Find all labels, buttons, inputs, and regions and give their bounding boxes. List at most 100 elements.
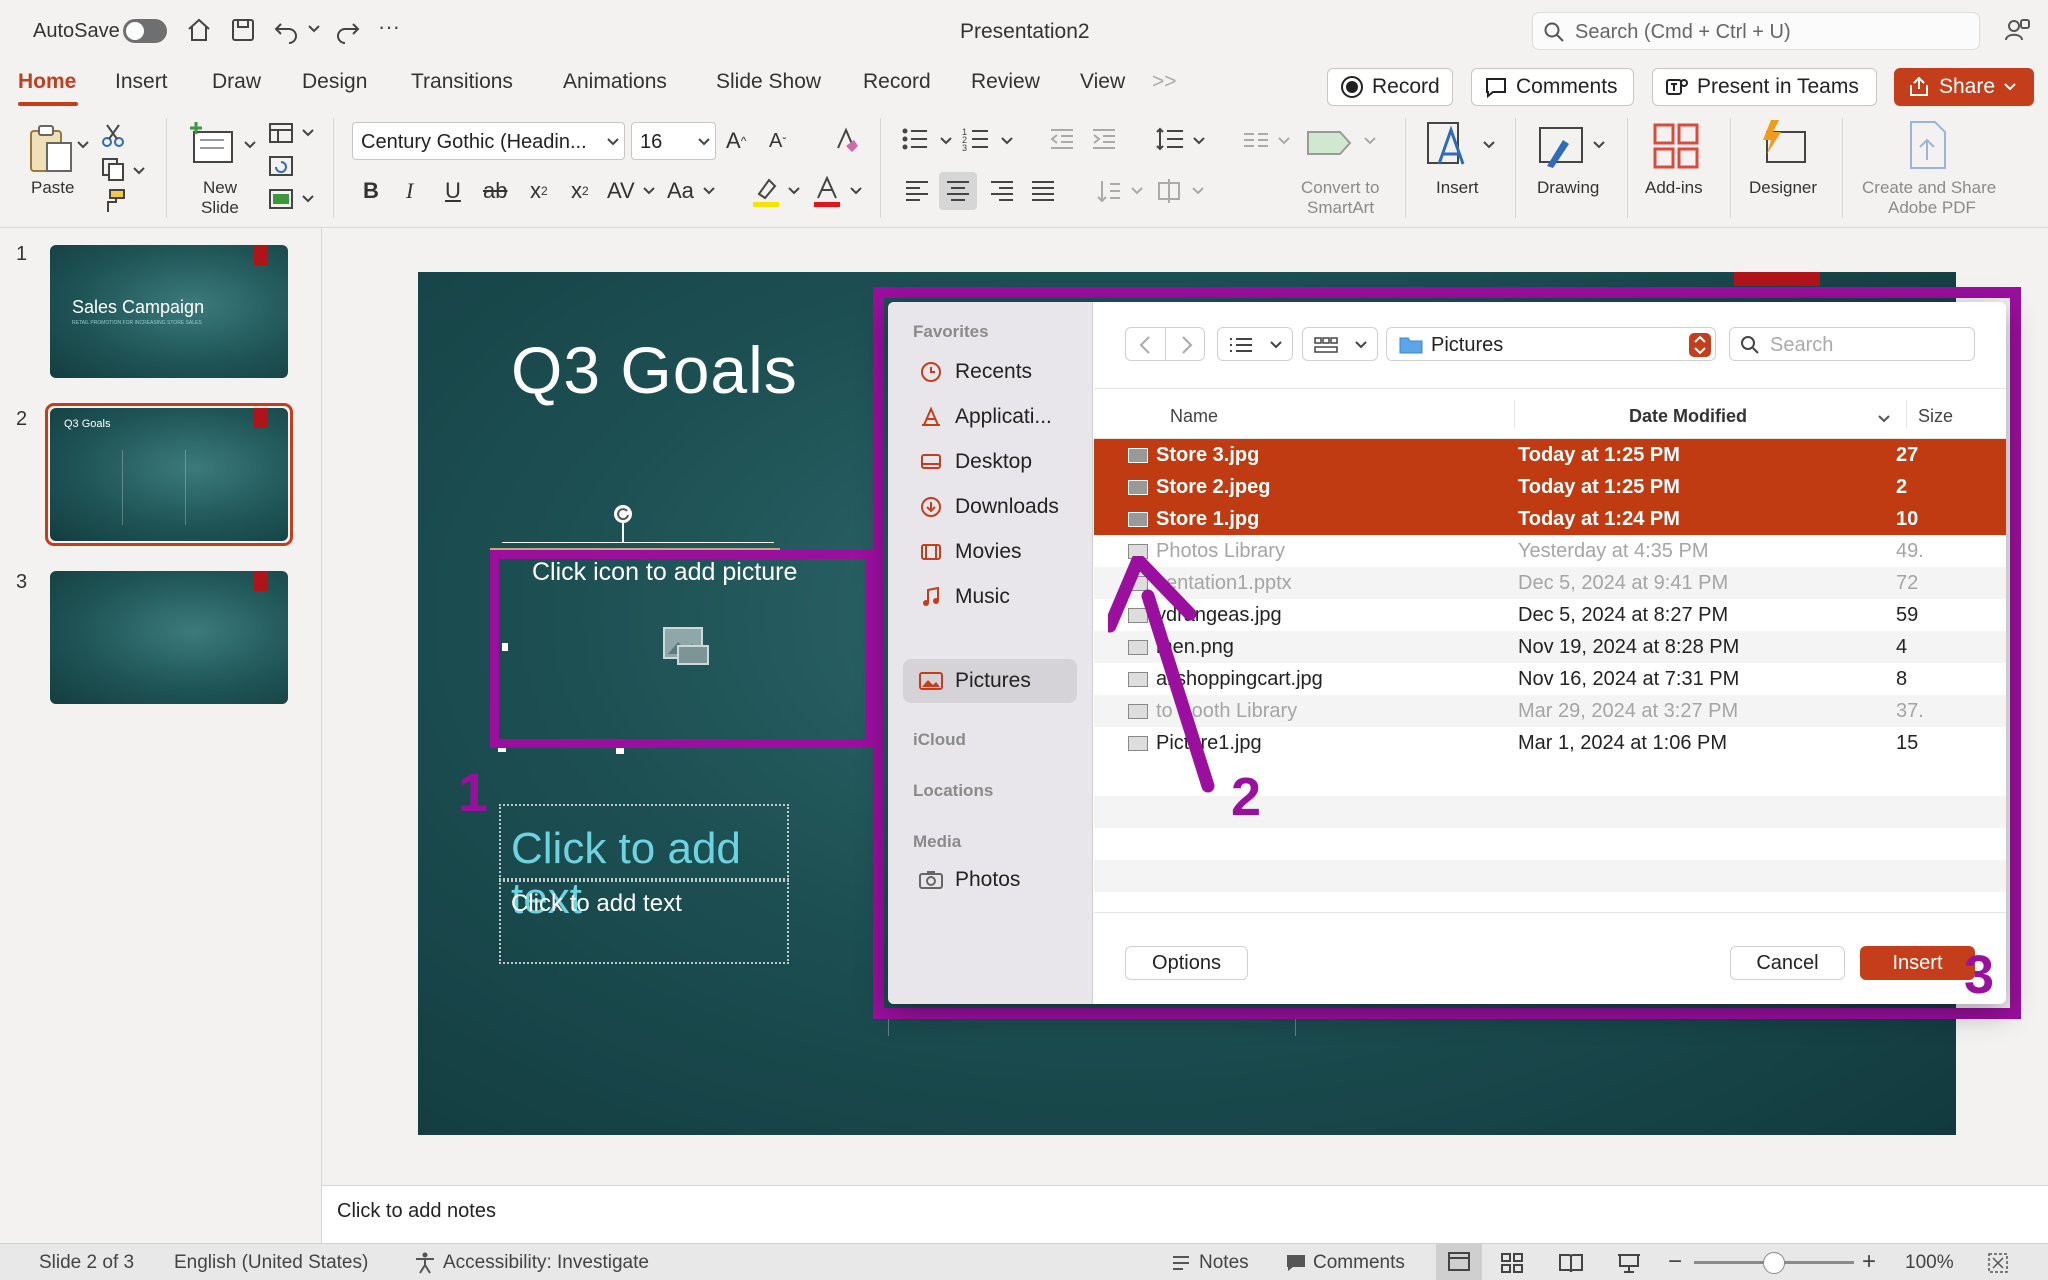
share-button[interactable]: Share: [1894, 68, 2034, 106]
comments-toggle[interactable]: Comments: [1313, 1252, 1405, 1274]
slide-title[interactable]: Q3 Goals: [511, 332, 798, 408]
fit-to-window-icon[interactable]: [1986, 1251, 2010, 1275]
accessibility-status[interactable]: Accessibility: Investigate: [443, 1252, 649, 1274]
change-case-dropdown-icon[interactable]: [703, 186, 715, 196]
section-icon[interactable]: [268, 188, 294, 210]
slide-thumbnail-2[interactable]: Q3 Goals: [50, 408, 288, 541]
group-by-select[interactable]: [1302, 327, 1378, 361]
text-placeholder-small[interactable]: Click to add text: [499, 880, 789, 964]
locations-heading[interactable]: Locations: [913, 781, 993, 801]
text-direction-icon[interactable]: [1096, 178, 1122, 204]
new-slide-icon[interactable]: [186, 118, 238, 170]
align-text-icon[interactable]: [1156, 178, 1182, 204]
save-icon[interactable]: [229, 16, 257, 44]
section-dropdown-icon[interactable]: [302, 194, 314, 204]
sidebar-item-photos[interactable]: Photos: [903, 858, 1077, 902]
present-in-teams-button[interactable]: Present in Teams: [1652, 68, 1877, 106]
numbering-icon[interactable]: 123: [962, 126, 990, 152]
column-header-date-modified[interactable]: Date Modified: [1629, 406, 1747, 427]
drawing-dropdown-icon[interactable]: [1593, 140, 1605, 150]
add-ins-icon[interactable]: [1652, 122, 1700, 170]
options-button[interactable]: Options: [1125, 946, 1248, 980]
view-mode-select[interactable]: [1217, 327, 1293, 361]
more-icon[interactable]: ···: [378, 14, 400, 40]
text-placeholder-large[interactable]: Click to add text: [499, 804, 789, 923]
text-direction-dropdown-icon[interactable]: [1131, 186, 1143, 196]
column-header-name[interactable]: Name: [1170, 406, 1218, 427]
tab-view[interactable]: View: [1080, 70, 1125, 94]
superscript-icon[interactable]: x2: [530, 178, 548, 204]
line-spacing-icon[interactable]: [1156, 126, 1184, 152]
home-icon[interactable]: [185, 16, 213, 44]
tab-transitions[interactable]: Transitions: [411, 70, 513, 94]
shrink-font-icon[interactable]: Aˇ: [769, 130, 786, 153]
insert-dropdown-icon[interactable]: [1483, 140, 1495, 150]
forward-icon[interactable]: [1178, 335, 1194, 355]
file-row[interactable]: to Booth Library Mar 29, 2024 at 3:27 PM 3…: [1094, 695, 2006, 727]
reading-view-icon[interactable]: [1558, 1252, 1584, 1274]
numbering-dropdown-icon[interactable]: [1001, 136, 1013, 146]
line-spacing-dropdown-icon[interactable]: [1193, 136, 1205, 146]
align-center-icon[interactable]: [939, 172, 977, 210]
slide-thumbnail-3[interactable]: [50, 571, 288, 704]
tab-record[interactable]: Record: [863, 70, 931, 94]
insert-textbox-icon[interactable]: [1425, 120, 1475, 170]
autosave-toggle[interactable]: [123, 19, 167, 43]
character-spacing-dropdown-icon[interactable]: [643, 186, 655, 196]
sidebar-item-recents[interactable]: Recents: [903, 350, 1077, 394]
highlight-icon[interactable]: [751, 176, 781, 208]
comment-icon[interactable]: [1285, 1252, 1307, 1274]
copy-dropdown-icon[interactable]: [133, 166, 145, 176]
sidebar-item-pictures[interactable]: Pictures: [903, 659, 1077, 703]
slide-thumbnail-1[interactable]: Sales Campaign RETAIL PROMOTION FOR INCR…: [50, 245, 288, 378]
highlight-dropdown-icon[interactable]: [788, 186, 800, 196]
smartart-dropdown-icon[interactable]: [1364, 136, 1376, 146]
designer-icon[interactable]: [1757, 118, 1809, 170]
grow-font-icon[interactable]: A ^: [726, 128, 746, 154]
reset-icon[interactable]: [268, 155, 294, 177]
zoom-in-icon[interactable]: +: [1862, 1248, 1876, 1276]
notes-toggle[interactable]: Notes: [1199, 1252, 1249, 1274]
slide-sorter-icon[interactable]: [1500, 1252, 1524, 1274]
align-right-icon[interactable]: [989, 178, 1015, 204]
font-color-icon[interactable]: [812, 176, 842, 208]
file-row[interactable]: Photos Library Yesterday at 4:35 PM 49.: [1094, 535, 2006, 567]
tab-insert[interactable]: Insert: [115, 70, 168, 94]
sidebar-item-applications[interactable]: Applicati...: [903, 395, 1077, 439]
decrease-indent-icon[interactable]: [1049, 126, 1075, 152]
new-slide-dropdown-icon[interactable]: [244, 140, 256, 150]
clear-formatting-icon[interactable]: [832, 126, 860, 154]
columns-icon[interactable]: [1243, 132, 1269, 148]
accessibility-icon[interactable]: [413, 1251, 437, 1275]
zoom-level[interactable]: 100%: [1905, 1252, 1954, 1274]
cancel-button[interactable]: Cancel: [1730, 946, 1845, 980]
icloud-heading[interactable]: iCloud: [913, 730, 966, 750]
character-spacing-icon[interactable]: AV: [607, 178, 635, 204]
language-status[interactable]: English (United States): [174, 1252, 368, 1274]
file-row[interactable]: Store 2.jpeg Today at 1:25 PM 2: [1094, 471, 2006, 503]
undo-dropdown-icon[interactable]: [308, 24, 320, 34]
adobe-pdf-icon[interactable]: [1905, 120, 1951, 170]
bold-icon[interactable]: B: [363, 178, 379, 204]
paste-icon[interactable]: [22, 122, 80, 176]
cut-icon[interactable]: [100, 122, 126, 148]
strikethrough-icon[interactable]: ab: [483, 178, 507, 204]
normal-view-icon[interactable]: [1436, 1244, 1482, 1280]
sidebar-item-movies[interactable]: Movies: [903, 530, 1077, 574]
font-name-select[interactable]: Century Gothic (Headin...: [352, 122, 625, 160]
italic-icon[interactable]: I: [406, 178, 413, 204]
align-text-dropdown-icon[interactable]: [1192, 186, 1204, 196]
tab-design[interactable]: Design: [302, 70, 367, 94]
tab-draw[interactable]: Draw: [212, 70, 261, 94]
tab-home[interactable]: Home: [18, 70, 76, 94]
increase-indent-icon[interactable]: [1091, 126, 1117, 152]
tab-review[interactable]: Review: [971, 70, 1040, 94]
bullets-icon[interactable]: [901, 126, 929, 152]
font-size-select[interactable]: 16: [631, 122, 716, 160]
justify-icon[interactable]: [1030, 178, 1056, 204]
font-color-dropdown-icon[interactable]: [850, 186, 862, 196]
file-row[interactable]: sentation1.pptx Dec 5, 2024 at 9:41 PM 72: [1094, 567, 2006, 599]
tab-animations[interactable]: Animations: [563, 70, 667, 94]
layout-icon[interactable]: [268, 122, 294, 144]
zoom-slider-thumb[interactable]: [1763, 1252, 1785, 1274]
